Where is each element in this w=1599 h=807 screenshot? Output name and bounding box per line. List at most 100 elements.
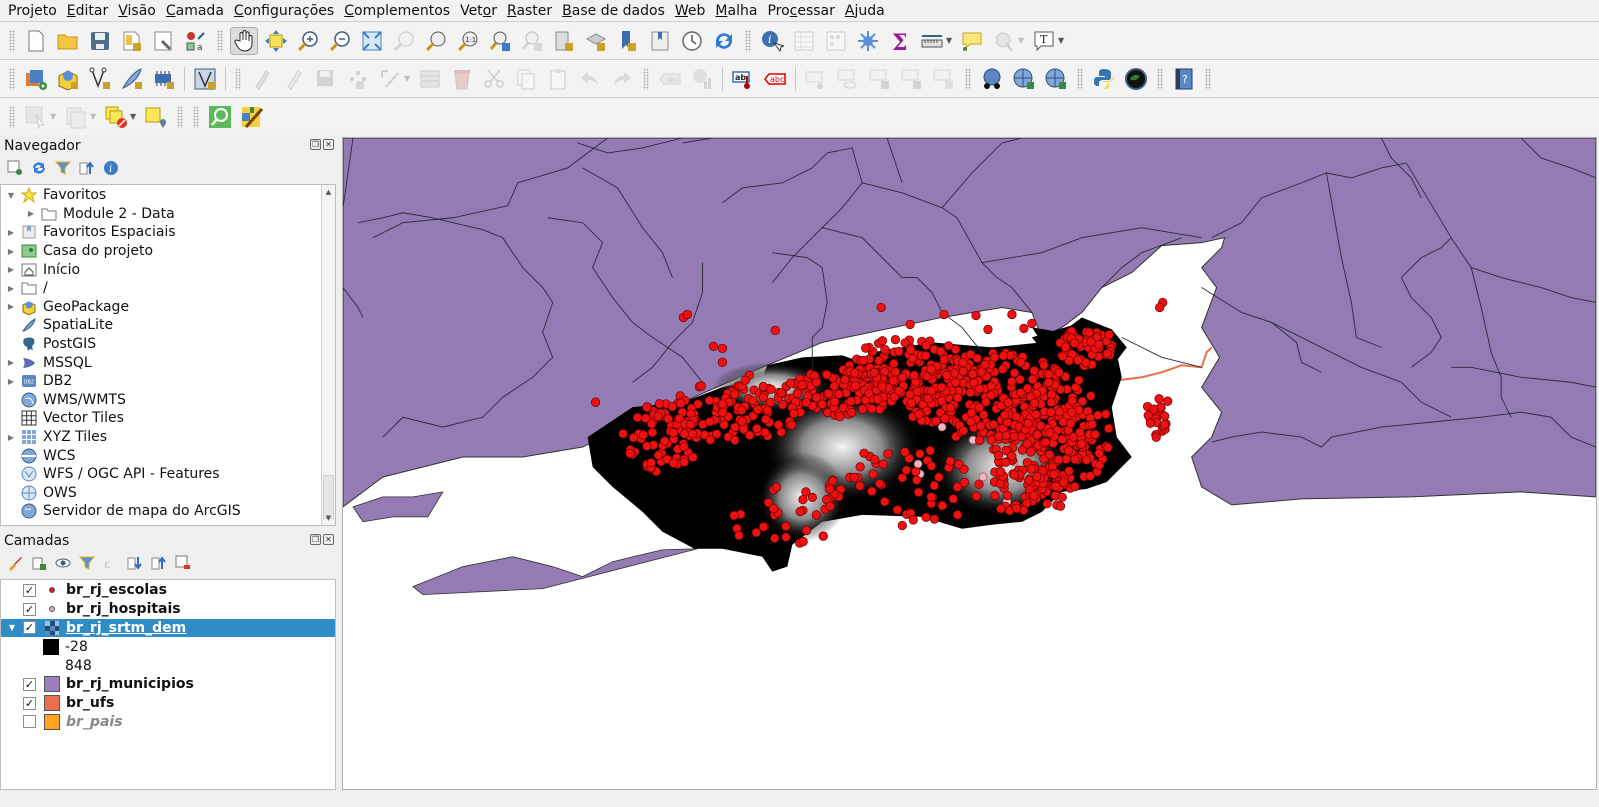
menu-configura-es[interactable]: Configurações (229, 0, 339, 22)
undo-button[interactable] (576, 65, 604, 93)
browser-item-module-2-data[interactable]: ▶ Module 2 - Data (1, 205, 335, 224)
toolbar-grip[interactable] (193, 105, 199, 128)
filter-by-expression-button[interactable]: ε (102, 554, 120, 572)
browser-item-favoritos-espaciais[interactable]: ▶ Favoritos Espaciais (1, 223, 335, 242)
new-shapefile-button[interactable] (86, 65, 114, 93)
menu-malha[interactable]: Malha (710, 0, 762, 22)
toolbar-grip[interactable] (177, 105, 183, 128)
expand-all-button[interactable] (126, 554, 144, 572)
menu-ajuda[interactable]: Ajuda (840, 0, 890, 22)
expanded-arrow-icon[interactable]: ▼ (5, 191, 17, 200)
new-temporary-layer-button[interactable] (150, 65, 178, 93)
select-features-button[interactable] (22, 103, 50, 131)
zoom-in-button[interactable] (294, 27, 322, 55)
pin-labels-button[interactable] (802, 65, 830, 93)
collapsed-arrow-icon[interactable]: ▶ (5, 358, 17, 367)
select-features-dropdown[interactable]: ▼ (50, 112, 58, 121)
collapsed-arrow-icon[interactable]: ▶ (5, 284, 17, 293)
locator-search-button[interactable] (206, 103, 234, 131)
manage-map-themes-button[interactable] (54, 554, 72, 572)
collapsed-arrow-icon[interactable]: ▶ (25, 209, 37, 218)
scroll-up-icon[interactable]: ▲ (322, 185, 335, 199)
layer-item-br-ufs[interactable]: ✓ br_ufs (1, 694, 335, 713)
save-project-button[interactable] (86, 27, 114, 55)
label-style-button[interactable]: a (182, 27, 210, 55)
layer-item-br-rj-escolas[interactable]: ✓ br_rj_escolas (1, 581, 335, 600)
map-canvas[interactable] (342, 137, 1597, 790)
map-tips-button[interactable] (958, 27, 986, 55)
add-group-button[interactable] (30, 554, 48, 572)
map-render[interactable] (343, 138, 1596, 789)
browser-item-geopackage[interactable]: ▶ GeoPackage (1, 298, 335, 317)
menu-raster[interactable]: Raster (502, 0, 557, 22)
layer-item-br-rj-srtm-dem[interactable]: ▼ ✓ br_rj_srtm_dem (1, 618, 335, 638)
remove-layer-button[interactable] (174, 554, 192, 572)
zoom-native-button[interactable]: 1:1 (454, 27, 482, 55)
scroll-down-icon[interactable]: ▼ (322, 511, 335, 525)
layer-visibility-checkbox[interactable]: ✓ (23, 621, 36, 635)
add-selected-layers-button[interactable] (6, 159, 24, 177)
toolbar-grip[interactable] (1205, 67, 1211, 90)
measure-dropdown[interactable]: ▼ (946, 36, 954, 45)
vertex-tool-button[interactable] (376, 65, 404, 93)
data-source-manager-button[interactable] (22, 65, 50, 93)
browser-item-mssql[interactable]: ▶ MSSQL (1, 353, 335, 372)
layer-labeling-button[interactable]: ab (729, 65, 757, 93)
menu-editar[interactable]: Editar (62, 0, 113, 22)
paste-features-button[interactable] (544, 65, 572, 93)
browser-item-ows[interactable]: OWS (1, 484, 335, 503)
zoom-to-layer-button[interactable] (422, 27, 450, 55)
float-panel-icon[interactable]: ❐ (310, 139, 321, 150)
vertex-tool-dropdown[interactable]: ▼ (404, 74, 412, 83)
collapsed-arrow-icon[interactable]: ▶ (5, 377, 17, 386)
metasearch-button[interactable] (978, 65, 1006, 93)
browser-item-wfs-ogc-api-features[interactable]: WFS / OGC API - Features (1, 465, 335, 484)
collapse-all-layers-button[interactable] (150, 554, 168, 572)
attribute-table-button[interactable] (790, 27, 818, 55)
layer-visibility-checkbox[interactable]: ✓ (23, 696, 36, 710)
diagram-button[interactable] (688, 65, 716, 93)
menu-base-de-dados[interactable]: Base de dados (557, 0, 670, 22)
toggle-editing-button[interactable] (280, 65, 308, 93)
new-map-view-button[interactable] (550, 27, 578, 55)
collapse-all-button[interactable] (78, 159, 96, 177)
new-project-button[interactable] (22, 27, 50, 55)
menu-web[interactable]: Web (670, 0, 711, 22)
browser-item-[interactable]: ▶ / (1, 279, 335, 298)
layer-item-br-rj-municipios[interactable]: ✓ br_rj_municipios (1, 675, 335, 694)
layer-item-br-rj-hospitais[interactable]: ✓ br_rj_hospitais (1, 600, 335, 619)
menu-vetor[interactable]: Vetor (455, 0, 502, 22)
layer-visibility-checkbox[interactable]: ✓ (23, 677, 36, 691)
layer-labeling-rules-button[interactable]: abc (761, 65, 789, 93)
browser-item-servidor-de-mapa-do-arcgis[interactable]: Servidor de mapa do ArcGIS (1, 502, 335, 521)
layer-visibility-checkbox[interactable]: ✓ (23, 602, 36, 616)
globe-button[interactable] (1122, 65, 1150, 93)
zoom-next-button[interactable] (518, 27, 546, 55)
close-panel-icon[interactable]: ✕ (323, 534, 334, 545)
sum-button[interactable]: Σ (886, 27, 914, 55)
toolbar-grip[interactable] (1157, 67, 1163, 90)
float-panel-icon[interactable]: ❐ (310, 534, 321, 545)
layer-visibility-checkbox[interactable] (23, 715, 36, 729)
toolbar-grip[interactable] (217, 29, 223, 52)
show-bookmarks-button[interactable] (646, 27, 674, 55)
help-button[interactable]: ? (1170, 65, 1198, 93)
browser-item-wms-wmts[interactable]: WMS/WMTS (1, 391, 335, 410)
close-panel-icon[interactable]: ✕ (323, 139, 334, 150)
save-edits-button[interactable] (312, 65, 340, 93)
pan-button[interactable] (230, 26, 258, 55)
zoom-out-button[interactable] (326, 27, 354, 55)
annotation-button[interactable] (990, 27, 1018, 55)
menu-processar[interactable]: Processar (762, 0, 839, 22)
redo-button[interactable] (608, 65, 636, 93)
browser-scrollbar[interactable]: ▲ ▼ (321, 185, 335, 525)
measure-button[interactable] (918, 27, 946, 55)
cut-features-button[interactable] (480, 65, 508, 93)
expanded-arrow-icon[interactable]: ▼ (1, 623, 23, 632)
text-annotation-dropdown[interactable]: ▼ (1058, 36, 1066, 45)
select-by-attributes-button[interactable] (62, 103, 90, 131)
browser-item-wcs[interactable]: WCS (1, 446, 335, 465)
zoom-to-selection-button[interactable] (390, 27, 418, 55)
toolbar-grip[interactable] (643, 67, 649, 90)
menu-complementos[interactable]: Complementos (339, 0, 455, 22)
